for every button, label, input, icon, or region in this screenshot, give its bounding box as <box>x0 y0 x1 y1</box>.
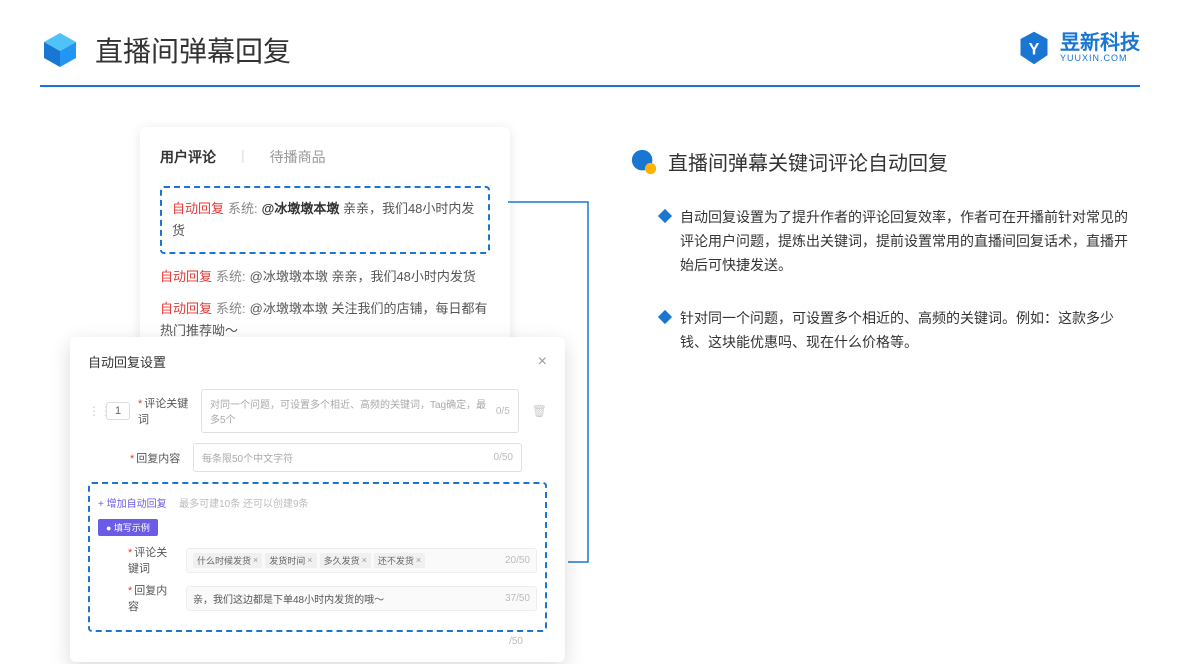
keyword-tag[interactable]: 发货时间× <box>265 553 316 568</box>
comments-panel: 用户评论 | 待播商品 自动回复系统:@冰墩墩本墩 亲亲，我们48小时内发货 自… <box>140 127 510 362</box>
chat-bubble-icon <box>630 148 658 176</box>
comment-item: 自动回复系统:@冰墩墩本墩 亲亲，我们48小时内发货 <box>160 266 490 288</box>
example-content-input[interactable]: 亲，我们这边都是下单48小时内发货的哦～ 37/50 <box>186 586 537 611</box>
bullet-point: 针对同一个问题，可设置多个相近的、高频的关键词。例如：这款多少钱、这块能优惠吗、… <box>630 307 1140 355</box>
keyword-input[interactable]: 对同一个问题，可设置多个相近、高频的关键词，Tag确定，最多5个0/5 <box>201 389 519 433</box>
tab-user-comments[interactable]: 用户评论 <box>160 147 216 171</box>
auto-reply-tag: 自动回复 <box>172 201 224 216</box>
bullet-point: 自动回复设置为了提升作者的评论回复效率，作者可在开播前针对常见的评论用户问题，提… <box>630 206 1140 277</box>
keyword-tag[interactable]: 多久发货× <box>320 553 371 568</box>
auto-reply-settings-modal: 自动回复设置 × ⋮⋮ 1 *评论关键词 对同一个问题，可设置多个相近、高频的关… <box>70 337 565 662</box>
example-badge: ● 填写示例 <box>98 519 158 536</box>
keyword-tag[interactable]: 还不发货× <box>374 553 425 568</box>
highlighted-comment: 自动回复系统:@冰墩墩本墩 亲亲，我们48小时内发货 <box>160 186 490 254</box>
keyword-tag[interactable]: 什么时候发货× <box>193 553 262 568</box>
example-section: + 增加自动回复 最多可建10条 还可以创建9条 ● 填写示例 *评论关键词 什… <box>88 482 547 632</box>
modal-title: 自动回复设置 <box>88 352 166 371</box>
add-auto-reply-link[interactable]: + 增加自动回复 <box>98 495 167 510</box>
delete-icon[interactable]: 🗑 <box>532 404 547 418</box>
diamond-icon <box>658 209 672 223</box>
tab-pending-products[interactable]: 待播商品 <box>270 147 326 171</box>
section-title: 直播间弹幕关键词评论自动回复 <box>668 147 948 176</box>
page-title: 直播间弹幕回复 <box>95 30 291 70</box>
drag-handle-icon[interactable]: ⋮⋮ <box>88 404 98 418</box>
example-keyword-input[interactable]: 什么时候发货×发货时间×多久发货×还不发货× 20/50 <box>186 548 537 573</box>
svg-text:Y: Y <box>1029 40 1040 58</box>
diamond-icon <box>658 310 672 324</box>
logo-icon: Y <box>1016 30 1052 66</box>
brand-logo: Y 昱新科技 YUUXIN.COM <box>1016 30 1140 66</box>
cube-icon <box>40 30 80 70</box>
row-number: 1 <box>106 402 130 420</box>
close-icon[interactable]: × <box>538 353 547 371</box>
content-input[interactable]: 每条限50个中文字符0/50 <box>193 443 522 472</box>
comment-item: 自动回复系统:@冰墩墩本墩 关注我们的店铺，每日都有热门推荐呦～ <box>160 298 490 342</box>
